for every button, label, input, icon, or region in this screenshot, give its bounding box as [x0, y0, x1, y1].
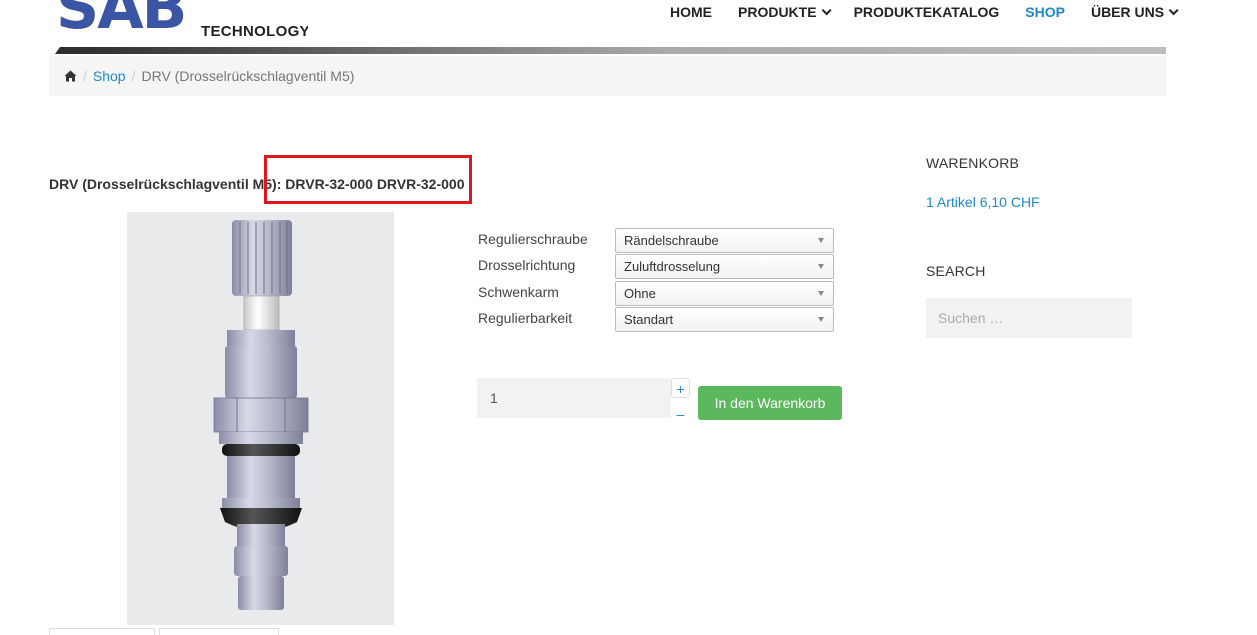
main-navigation: HOME PRODUKTE PRODUKTEKATALOG SHOP ÜBER …	[670, 2, 1201, 22]
reviews-tab[interactable]	[159, 628, 279, 635]
dropdown-arrow-icon	[818, 238, 824, 243]
dropdown-arrow-icon	[818, 291, 824, 296]
site-logo[interactable]: SAB TECHNOLOGY	[56, 0, 308, 46]
nav-item-label: SHOP	[1025, 4, 1065, 20]
select-value: Rändelschraube	[624, 233, 719, 248]
chevron-down-icon	[821, 4, 832, 15]
nav-item-produktekatalog[interactable]: PRODUKTEKATALOG	[854, 2, 1000, 22]
chevron-down-icon	[1168, 4, 1179, 15]
select-value: Zuluftdrosselung	[624, 259, 721, 274]
regulierschraube-select[interactable]: Rändelschraube	[615, 228, 834, 253]
nav-item-produkte[interactable]: PRODUKTE	[738, 2, 832, 22]
quantity-input[interactable]: 1	[477, 378, 671, 418]
add-to-cart-button[interactable]: In den Warenkorb	[698, 386, 842, 420]
search-widget-title: SEARCH	[926, 263, 986, 279]
variation-label: Drosselrichtung	[478, 257, 576, 273]
nav-item-label: ÜBER UNS	[1090, 4, 1165, 20]
valve-illustration	[213, 220, 309, 610]
search-input[interactable]: Suchen …	[926, 298, 1132, 338]
schwenkarm-select[interactable]: Ohne	[615, 281, 834, 306]
header-divider-bar	[55, 47, 1166, 54]
regulierbarkeit-select[interactable]: Standart	[615, 307, 834, 332]
breadcrumb-separator: /	[131, 68, 136, 84]
variation-row-regulierschraube: Regulierschraube Rändelschraube	[478, 228, 838, 253]
nav-item-label: HOME	[670, 4, 712, 20]
select-value: Ohne	[624, 286, 656, 301]
select-value: Standart	[624, 312, 674, 327]
variation-row-schwenkarm: Schwenkarm Ohne	[478, 281, 838, 306]
cart-widget-title: WARENKORB	[926, 155, 1020, 171]
cart-summary-link[interactable]: 1 Artikel 6,10 CHF	[926, 194, 1040, 210]
drosselrichtung-select[interactable]: Zuluftdrosselung	[615, 254, 834, 279]
nav-item-shop[interactable]: SHOP	[1025, 2, 1065, 22]
dropdown-arrow-icon	[818, 317, 824, 322]
dropdown-arrow-icon	[818, 264, 824, 269]
home-icon[interactable]	[64, 70, 77, 82]
quantity-increase-button[interactable]: +	[671, 378, 690, 398]
variation-row-regulierbarkeit: Regulierbarkeit Standart	[478, 307, 838, 332]
highlight-annotation-box	[264, 155, 472, 204]
nav-item-label: PRODUKTEKATALOG	[853, 4, 1000, 20]
breadcrumb-separator: /	[83, 68, 87, 84]
logo-primary-text: SAB	[56, 0, 187, 43]
product-image[interactable]	[127, 212, 394, 625]
variation-label: Schwenkarm	[478, 284, 559, 300]
breadcrumb: / Shop / DRV (Drosselrückschlagventil M5…	[49, 56, 1166, 96]
variation-label: Regulierbarkeit	[478, 310, 573, 326]
description-tab[interactable]	[49, 628, 155, 635]
nav-item-ueber-uns[interactable]: ÜBER UNS	[1090, 2, 1179, 22]
nav-item-home[interactable]: HOME	[670, 2, 712, 22]
logo-secondary-text: TECHNOLOGY	[201, 23, 308, 40]
breadcrumb-shop-link[interactable]: Shop	[93, 68, 126, 84]
breadcrumb-current: DRV (Drosselrückschlagventil M5)	[141, 68, 355, 84]
nav-item-label: PRODUKTE	[738, 4, 817, 20]
quantity-decrease-button[interactable]: –	[671, 404, 690, 424]
variation-label: Regulierschraube	[478, 231, 588, 247]
variation-row-drosselrichtung: Drosselrichtung Zuluftdrosselung	[478, 254, 838, 279]
